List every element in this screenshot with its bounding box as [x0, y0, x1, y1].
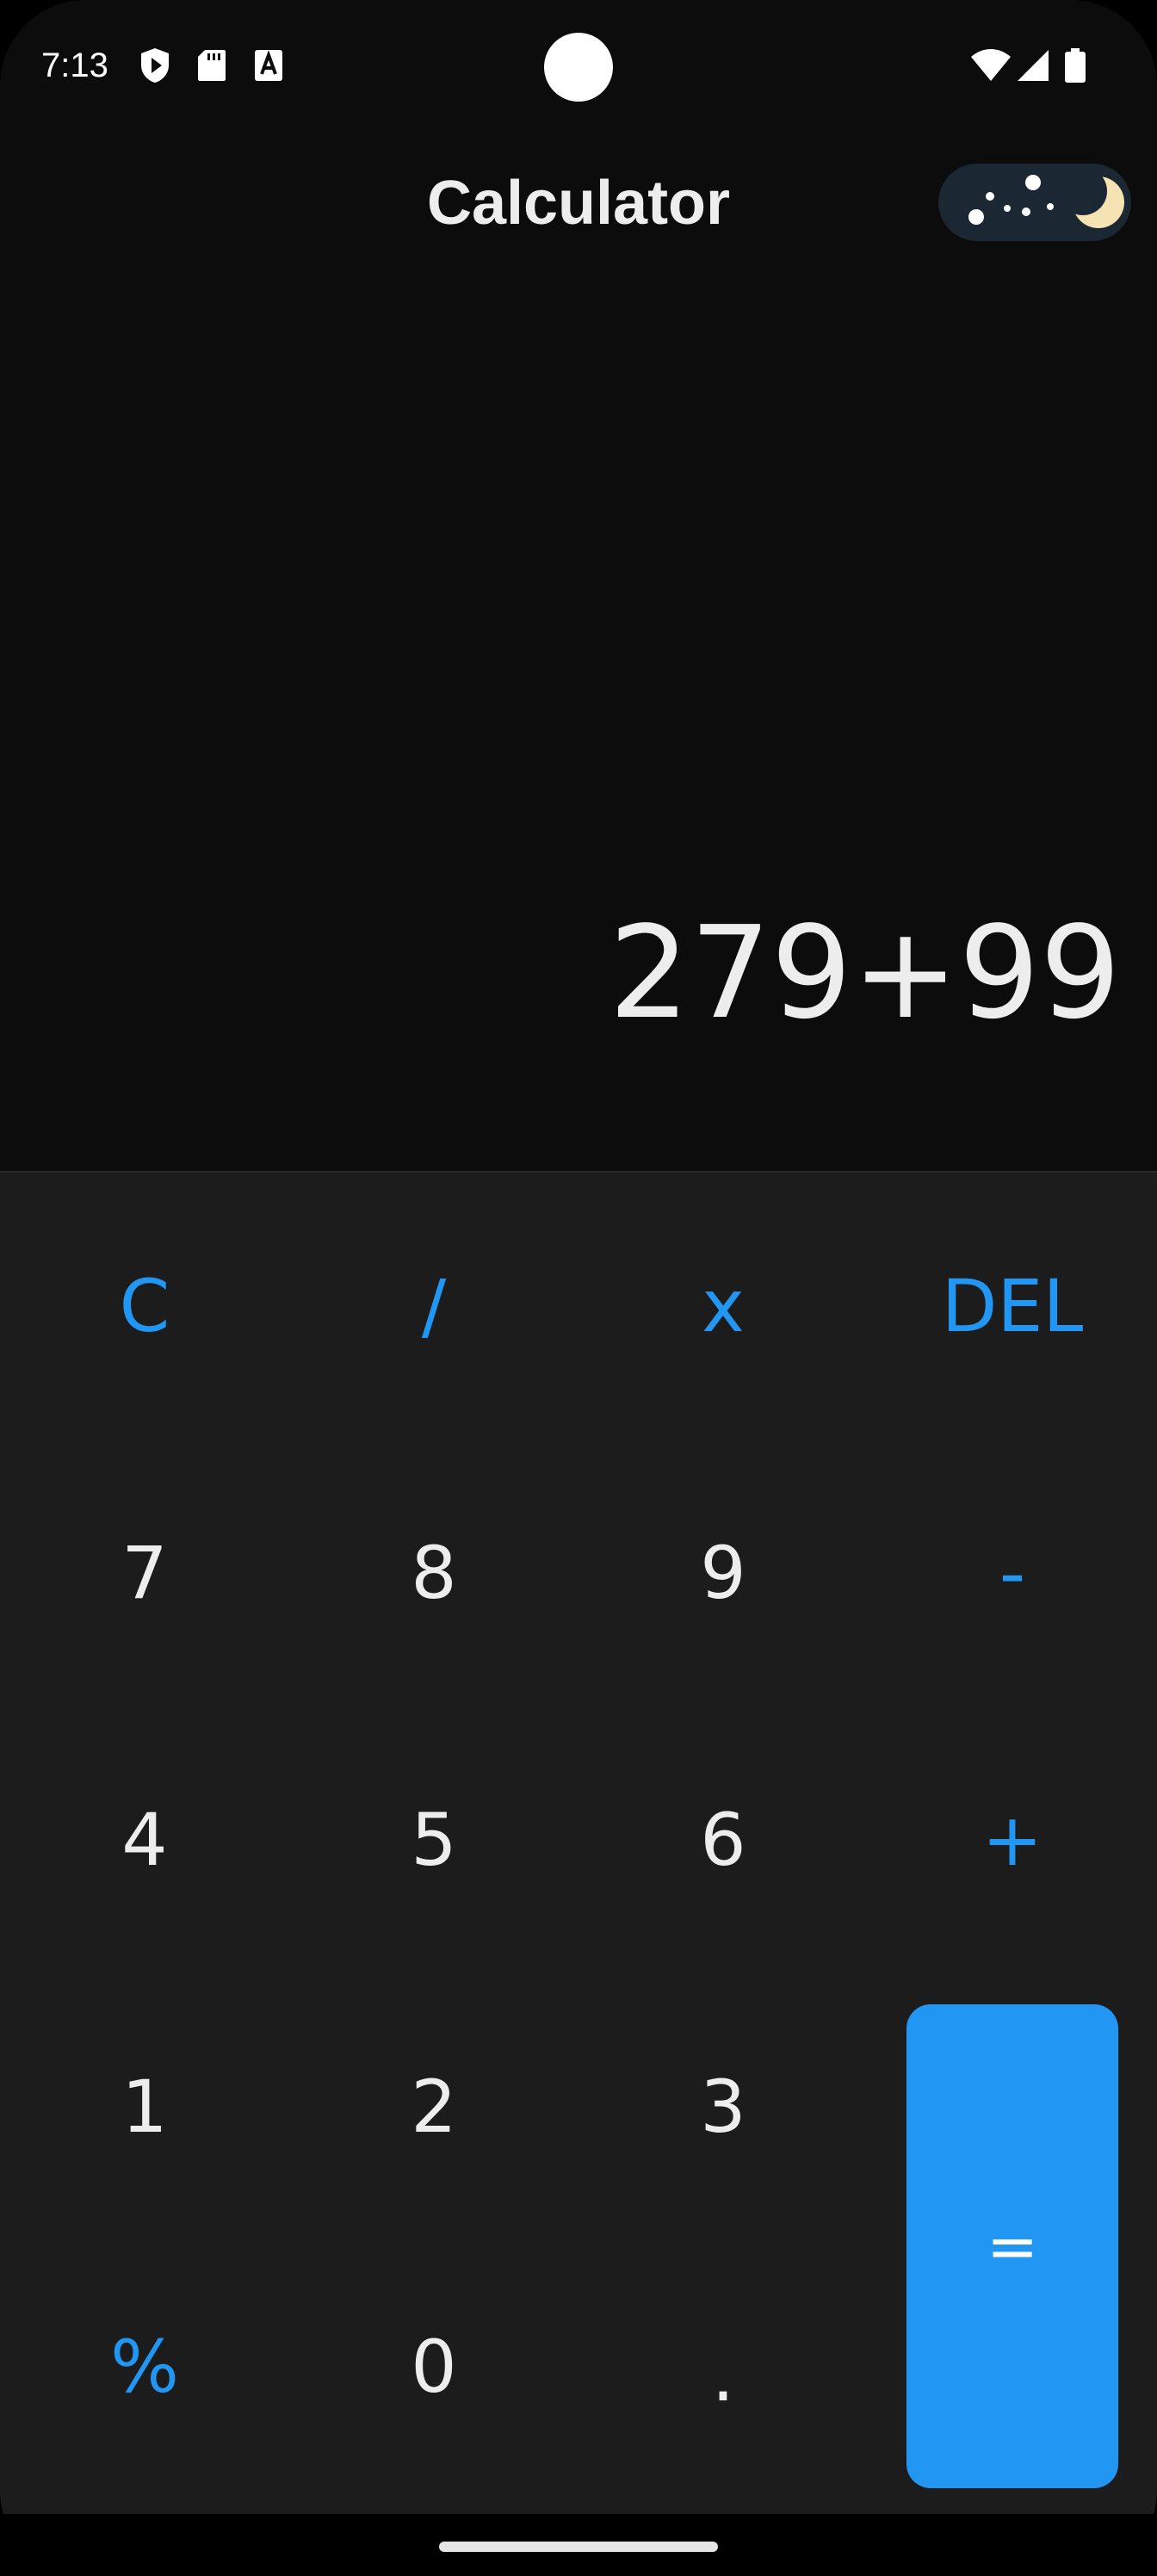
delete-button[interactable]: DEL [868, 1173, 1157, 1440]
theme-toggle[interactable] [938, 164, 1131, 241]
clear-button[interactable]: C [0, 1173, 289, 1440]
cellular-signal-icon [1018, 50, 1049, 81]
digit-3-button[interactable]: 3 [578, 1973, 868, 2240]
battery-icon [1065, 48, 1086, 83]
status-bar: 7:13 [0, 0, 1157, 129]
digit-6-button[interactable]: 6 [578, 1706, 868, 1973]
digit-2-button[interactable]: 2 [289, 1973, 578, 2240]
digit-4-button[interactable]: 4 [0, 1706, 289, 1973]
calculator-screen: 7:13 Calculator 279+99 C / x DEL 7 8 9 -… [0, 0, 1157, 2576]
status-time: 7:13 [41, 46, 108, 84]
percent-button[interactable]: % [0, 2233, 289, 2500]
decimal-point-button[interactable]: . [578, 2233, 868, 2500]
front-camera-cutout [544, 33, 613, 102]
digit-0-button[interactable]: 0 [289, 2233, 578, 2500]
digit-8-button[interactable]: 8 [289, 1440, 578, 1706]
home-gesture-handle[interactable] [439, 2542, 718, 2552]
digit-9-button[interactable]: 9 [578, 1440, 868, 1706]
digit-1-button[interactable]: 1 [0, 1973, 289, 2240]
subtract-button[interactable]: - [868, 1440, 1157, 1706]
wifi-icon [971, 49, 1011, 81]
keypad: C / x DEL 7 8 9 - 4 5 6 + 1 2 3 % 0 . = [0, 1171, 1157, 2516]
night-moon-icon [968, 167, 1124, 228]
divide-button[interactable]: / [289, 1173, 578, 1440]
equals-button[interactable]: = [906, 2004, 1118, 2488]
font-a-icon [255, 50, 282, 81]
decimal-point-label: . [711, 2333, 735, 2418]
sd-card-icon [198, 50, 226, 81]
add-button[interactable]: + [868, 1706, 1157, 1973]
digit-5-button[interactable]: 5 [289, 1706, 578, 1973]
multiply-button[interactable]: x [578, 1173, 868, 1440]
shield-play-icon [141, 48, 169, 83]
digit-7-button[interactable]: 7 [0, 1440, 289, 1706]
expression-display: 279+99 [609, 899, 1121, 1047]
